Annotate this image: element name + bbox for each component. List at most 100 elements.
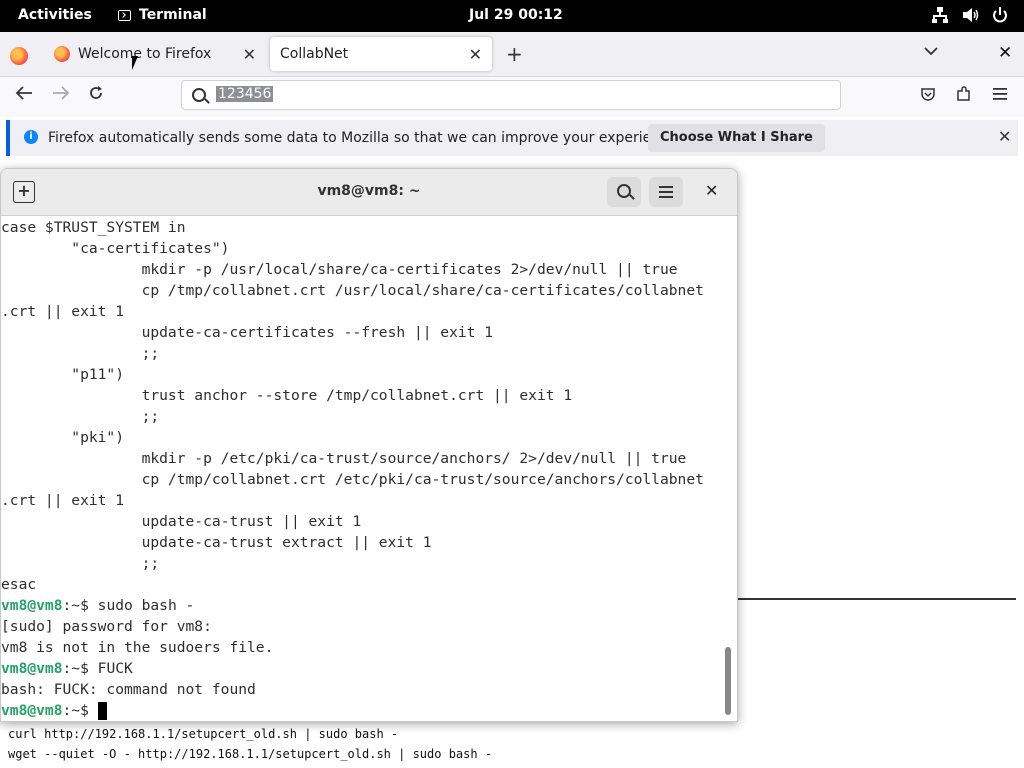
address-bar[interactable]: 123456 [181,80,841,110]
firefox-view-icon[interactable] [10,47,28,65]
tab-label: Welcome to Firefox [78,46,212,62]
terminal-line-text: "ca-certificates") [1,240,230,257]
page-command-list: curl http://192.168.1.1/setupcert_old.sh… [8,724,492,764]
terminal-line: "pki") [1,427,723,448]
terminal-cursor [97,702,107,720]
tab-welcome-to-firefox[interactable]: Welcome to Firefox ✕ [44,37,266,71]
terminal-line-text: case $TRUST_SYSTEM in [1,219,186,236]
terminal-line-text: sudo bash - [97,597,195,614]
shell-prompt-user: vm8@vm8 [1,597,63,614]
clock[interactable]: Jul 29 00:12 [469,7,563,23]
close-tab-icon[interactable]: ✕ [243,45,256,64]
terminal-window[interactable]: + vm8@vm8: ~ ✕ case $TRUST_SYSTEM in "ca… [0,168,738,722]
forward-arrow-icon[interactable] [52,85,70,106]
terminal-line-text: esac [1,576,37,593]
search-icon [192,88,206,102]
terminal-line: cp /tmp/collabnet.crt /usr/local/share/c… [1,280,723,301]
terminal-scrollbar[interactable] [725,647,731,715]
terminal-line-text: update-ca-trust || exit 1 [1,513,362,530]
close-icon[interactable]: ✕ [705,181,718,200]
terminal-icon [118,9,131,21]
tab-label: CollabNet [280,46,349,62]
shell-prompt-user: vm8@vm8 [1,660,63,677]
terminal-line-text: "p11") [1,366,125,383]
close-icon[interactable]: ✕ [998,127,1011,146]
power-icon [992,6,1008,24]
terminal-line: update-ca-certificates --fresh || exit 1 [1,322,723,343]
data-reporting-notification: i Firefox automatically sends some data … [6,120,1018,156]
mouse-pointer-icon [132,56,138,70]
window-close-icon[interactable]: ✕ [998,43,1012,63]
terminal-line-text: ;; [1,555,160,572]
tab-collabnet[interactable]: CollabNet ✕ [270,37,492,71]
terminal-output[interactable]: case $TRUST_SYSTEM in "ca-certificates")… [1,216,723,721]
terminal-line-text: cp /tmp/collabnet.crt /etc/pki/ca-trust/… [1,471,704,488]
shell-prompt-dir: :~$ [62,597,98,614]
terminal-line-text: .crt || exit 1 [1,303,125,320]
terminal-line-text: ;; [1,345,160,362]
back-arrow-icon[interactable] [15,85,33,106]
address-bar-text[interactable]: 123456 [216,86,274,102]
terminal-line-text: vm8 is not in the sudoers file. [1,639,274,656]
page-command-line: wget --quiet -O - http://192.168.1.1/set… [8,747,493,761]
list-all-tabs-chevron-icon[interactable] [924,44,938,60]
terminal-line-text: [sudo] password for vm8: [1,618,212,635]
new-tab-button[interactable]: + [506,42,523,66]
close-tab-icon[interactable]: ✕ [469,45,482,64]
terminal-line: mkdir -p /usr/local/share/ca-certificate… [1,259,723,280]
terminal-line: "ca-certificates") [1,238,723,259]
terminal-line-text: mkdir -p /etc/pki/ca-trust/source/anchor… [1,450,687,467]
terminal-line: "p11") [1,364,723,385]
firefox-favicon-icon [54,46,70,62]
system-top-bar: Activities Terminal Jul 29 00:12 [0,0,1024,32]
terminal-line: ;; [1,406,723,427]
terminal-line: update-ca-trust || exit 1 [1,511,723,532]
terminal-header-bar[interactable]: + vm8@vm8: ~ ✕ [1,169,737,216]
terminal-line: mkdir -p /etc/pki/ca-trust/source/anchor… [1,448,723,469]
terminal-line: vm8@vm8:~$ FUCK [1,658,723,679]
volume-icon [962,6,979,24]
extensions-icon[interactable] [956,86,972,106]
info-icon: i [24,130,38,144]
terminal-line-text: cp /tmp/collabnet.crt /usr/local/share/c… [1,282,704,299]
page-divider [736,598,1016,600]
terminal-line-text: "pki") [1,429,125,446]
terminal-line: vm8@vm8:~$ [1,700,723,721]
reload-icon[interactable] [88,85,104,106]
terminal-line-text: bash: FUCK: command not found [1,681,256,698]
terminal-line-text: .crt || exit 1 [1,492,125,509]
notification-text: Firefox automatically sends some data to… [48,130,681,146]
search-icon [617,184,631,198]
app-menu-label: Terminal [139,7,207,23]
terminal-line: trust anchor --store /tmp/collabnet.crt … [1,385,723,406]
system-status-area[interactable] [932,6,1008,24]
shell-prompt-dir: :~$ [62,660,98,677]
choose-what-i-share-button[interactable]: Choose What I Share [648,124,825,152]
terminal-line: vm8@vm8:~$ sudo bash - [1,595,723,616]
terminal-line: ;; [1,343,723,364]
network-icon [932,6,948,24]
hamburger-menu-icon [659,186,673,198]
terminal-search-button[interactable] [607,177,641,207]
page-command-line: curl http://192.168.1.1/setupcert_old.sh… [8,727,399,741]
terminal-line-text: update-ca-trust extract || exit 1 [1,534,432,551]
terminal-menu-button[interactable] [649,177,683,207]
terminal-line: .crt || exit 1 [1,301,723,322]
terminal-line: bash: FUCK: command not found [1,679,723,700]
terminal-line: vm8 is not in the sudoers file. [1,637,723,658]
terminal-line-text: update-ca-certificates --fresh || exit 1 [1,324,494,341]
activities-button[interactable]: Activities [18,7,92,23]
terminal-line-text: FUCK [97,660,133,677]
terminal-line: .crt || exit 1 [1,490,723,511]
app-menu-button[interactable]: Terminal [118,7,207,23]
hamburger-menu-icon[interactable] [992,86,1008,105]
terminal-line-text: mkdir -p /usr/local/share/ca-certificate… [1,261,678,278]
pocket-icon[interactable] [920,86,936,106]
terminal-line: case $TRUST_SYSTEM in [1,217,723,238]
terminal-line: ;; [1,553,723,574]
shell-prompt-user: vm8@vm8 [1,702,63,719]
terminal-line-text: trust anchor --store /tmp/collabnet.crt … [1,387,573,404]
shell-prompt-dir: :~$ [62,702,98,719]
terminal-line: esac [1,574,723,595]
terminal-line: update-ca-trust extract || exit 1 [1,532,723,553]
